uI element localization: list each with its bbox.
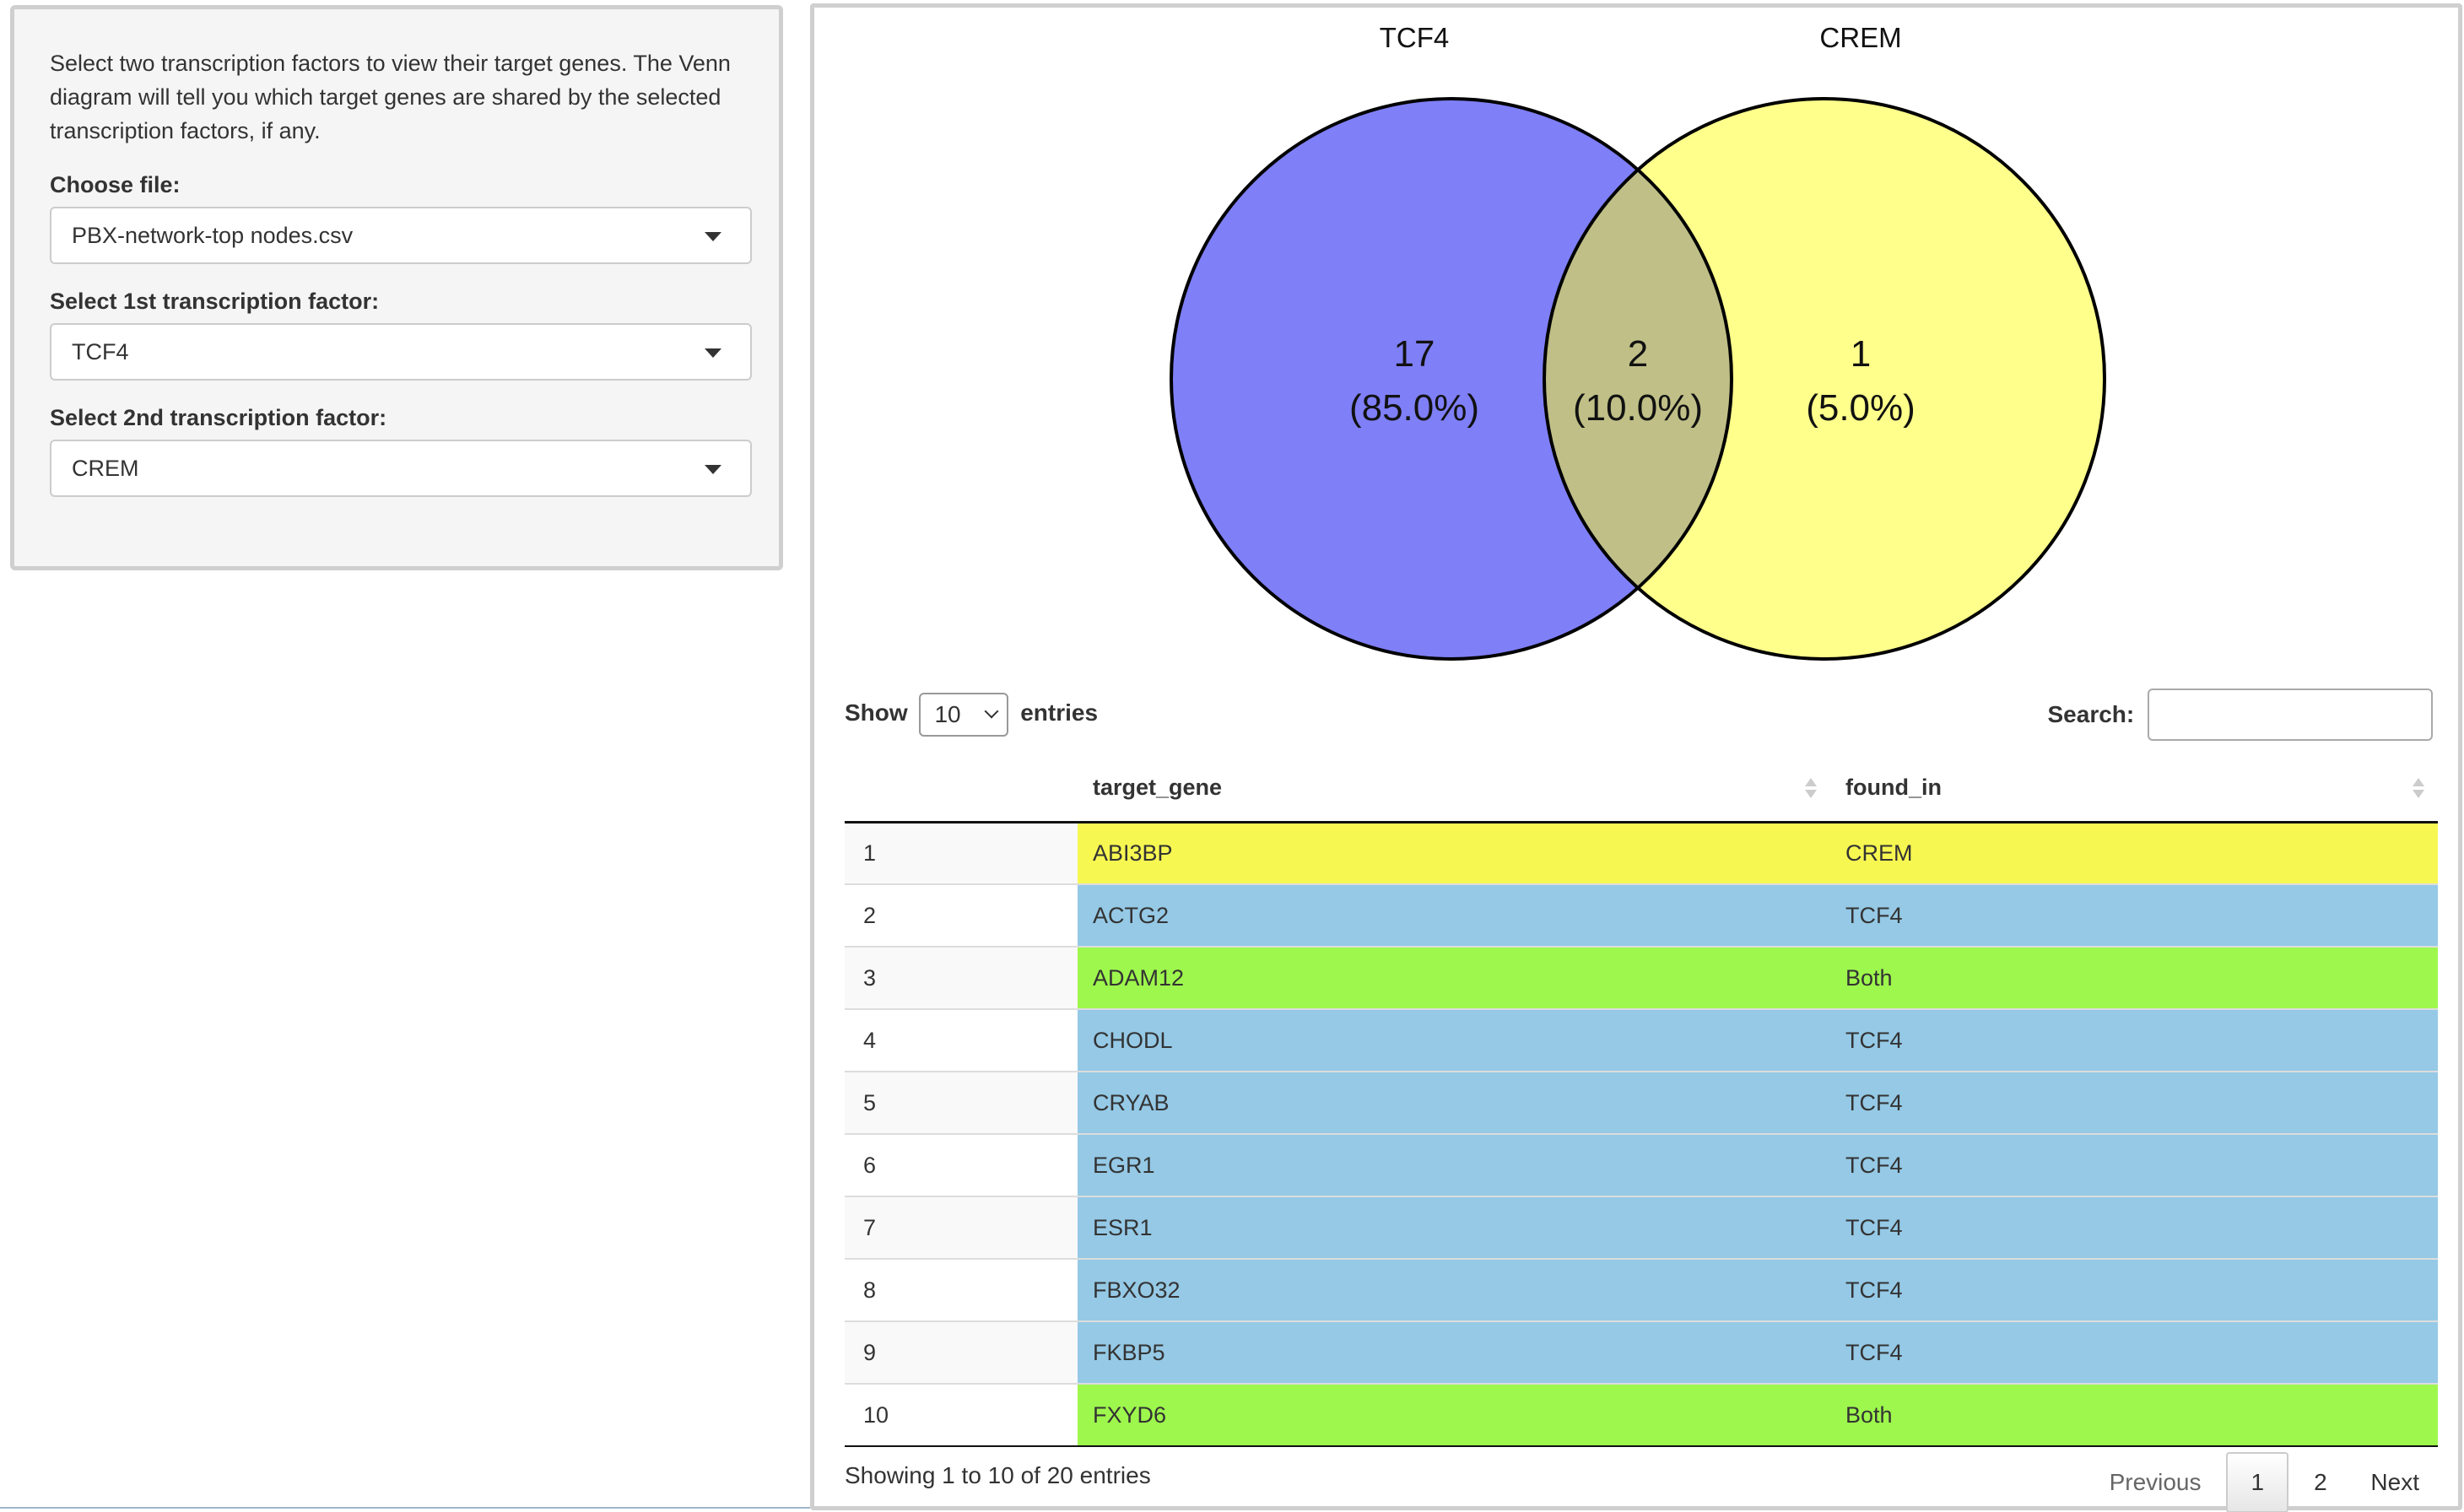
sidebar-panel: Select two transcription factors to view… — [10, 5, 783, 570]
sort-icon — [1805, 778, 1817, 800]
row-index-cell: 7 — [845, 1196, 1078, 1259]
tf1-select[interactable]: TCF4 — [50, 323, 752, 381]
target-gene-cell: FXYD6 — [1078, 1383, 1830, 1447]
table-row[interactable]: 2 ACTG2 TCF4 — [845, 883, 2438, 947]
venn-right-count: 1 — [1851, 333, 1871, 375]
table-row[interactable]: 8 FBXO32 TCF4 — [845, 1258, 2438, 1321]
search-label: Search: — [2047, 701, 2135, 727]
venn-set-label-right: CREM — [1819, 22, 1901, 53]
row-index-cell: 6 — [845, 1133, 1078, 1196]
caret-down-icon — [705, 232, 721, 241]
sort-icon — [2413, 778, 2424, 800]
table-info: Showing 1 to 10 of 20 entries — [845, 1462, 1151, 1488]
row-index-cell: 10 — [845, 1383, 1078, 1447]
found-in-cell: TCF4 — [1830, 1133, 2438, 1196]
bottom-divider — [0, 1507, 810, 1509]
row-index-cell: 5 — [845, 1071, 1078, 1134]
column-header-target-gene[interactable]: target_gene — [1078, 754, 1830, 824]
main-panel: TCF4 CREM 17 (85.0%) 2 (10.0%) 1 (5.0%) … — [810, 3, 2462, 1512]
previous-page-button[interactable]: Previous — [2091, 1454, 2220, 1511]
target-gene-cell: CRYAB — [1078, 1071, 1830, 1134]
entries-select-value: 10 — [934, 700, 961, 727]
column-header-index[interactable] — [845, 754, 1078, 824]
file-select[interactable]: PBX-network-top nodes.csv — [50, 207, 752, 264]
table-row[interactable]: 3 ADAM12 Both — [845, 946, 2438, 1009]
target-gene-cell: ESR1 — [1078, 1196, 1830, 1259]
help-text: Select two transcription factors to view… — [50, 51, 731, 143]
target-gene-cell: ABI3BP — [1078, 821, 1830, 884]
table-row[interactable]: 6 EGR1 TCF4 — [845, 1133, 2438, 1196]
table-row[interactable]: 9 FKBP5 TCF4 — [845, 1320, 2438, 1384]
row-index-cell: 9 — [845, 1320, 1078, 1384]
length-control: Show 10 entries — [845, 689, 1098, 737]
table-header-row: target_gene found_in — [845, 754, 2438, 824]
length-prefix: Show — [845, 699, 908, 726]
target-gene-cell: CHODL — [1078, 1008, 1830, 1072]
found-in-cell: Both — [1830, 1383, 2438, 1447]
entries-select[interactable]: 10 — [919, 692, 1009, 737]
column-header-target-gene-label: target_gene — [1093, 774, 1223, 800]
venn-left-count: 17 — [1394, 333, 1435, 375]
found-in-cell: TCF4 — [1830, 1196, 2438, 1259]
table-row[interactable]: 4 CHODL TCF4 — [845, 1008, 2438, 1072]
table-row[interactable]: 7 ESR1 TCF4 — [845, 1196, 2438, 1259]
venn-both-pct: (10.0%) — [1573, 387, 1703, 429]
target-gene-cell: EGR1 — [1078, 1133, 1830, 1196]
tf2-select-value: CREM — [72, 456, 139, 481]
results-table: target_gene found_in 1 ABI3BP CREM 2 ACTG2 TC… — [845, 754, 2438, 1447]
venn-right-pct: (5.0%) — [1806, 387, 1916, 429]
found-in-cell: TCF4 — [1830, 1320, 2438, 1384]
column-header-found-in-label: found_in — [1845, 774, 1942, 800]
length-suffix: entries — [1020, 699, 1099, 726]
page-2-button[interactable]: 2 — [2295, 1454, 2346, 1511]
page-1-button[interactable]: 1 — [2226, 1452, 2289, 1512]
venn-both-count: 2 — [1628, 333, 1648, 375]
row-index-cell: 1 — [845, 821, 1078, 884]
row-index-cell: 2 — [845, 883, 1078, 947]
table-row[interactable]: 5 CRYAB TCF4 — [845, 1071, 2438, 1134]
venn-left-pct: (85.0%) — [1349, 387, 1479, 429]
table-row[interactable]: 10 FXYD6 Both — [845, 1383, 2438, 1447]
found-in-cell: TCF4 — [1830, 1071, 2438, 1134]
tf1-label: Select 1st transcription factor: — [50, 289, 380, 314]
target-gene-cell: ADAM12 — [1078, 946, 1830, 1009]
found-in-cell: CREM — [1830, 821, 2438, 884]
target-gene-cell: FKBP5 — [1078, 1320, 1830, 1384]
pagination: Previous 1 2 Next — [2091, 1452, 2438, 1512]
target-gene-cell: FBXO32 — [1078, 1258, 1830, 1321]
caret-down-icon — [705, 465, 721, 474]
row-index-cell: 3 — [845, 946, 1078, 1009]
tf1-select-value: TCF4 — [72, 339, 129, 364]
found-in-cell: TCF4 — [1830, 1008, 2438, 1072]
search-input[interactable] — [2148, 688, 2433, 741]
tf2-select[interactable]: CREM — [50, 440, 752, 497]
chevron-down-icon — [984, 704, 999, 719]
row-index-cell: 8 — [845, 1258, 1078, 1321]
next-page-button[interactable]: Next — [2352, 1454, 2438, 1511]
table-row[interactable]: 1 ABI3BP CREM — [845, 821, 2438, 884]
file-select-value: PBX-network-top nodes.csv — [72, 223, 354, 248]
found-in-cell: TCF4 — [1830, 1258, 2438, 1321]
tf2-label: Select 2nd transcription factor: — [50, 405, 387, 430]
search-control: Search: — [2047, 688, 2433, 742]
file-label: Choose file: — [50, 172, 181, 197]
row-index-cell: 4 — [845, 1008, 1078, 1072]
found-in-cell: TCF4 — [1830, 883, 2438, 947]
venn-set-label-left: TCF4 — [1380, 22, 1450, 53]
venn-diagram: TCF4 CREM 17 (85.0%) 2 (10.0%) 1 (5.0%) — [1170, 22, 2106, 661]
column-header-found-in[interactable]: found_in — [1830, 754, 2438, 824]
found-in-cell: Both — [1830, 946, 2438, 1009]
caret-down-icon — [705, 348, 721, 358]
target-gene-cell: ACTG2 — [1078, 883, 1830, 947]
